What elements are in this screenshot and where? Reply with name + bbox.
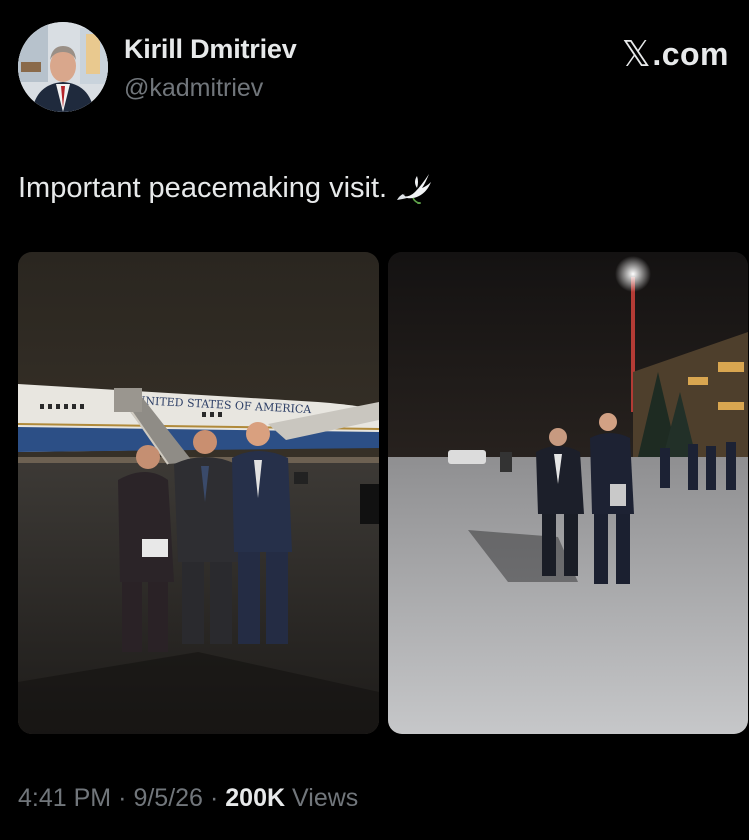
tweet-date[interactable]: 9/5/26 [133, 784, 203, 813]
photo-tarmac-night [388, 252, 748, 734]
tweet-text-row: Important peacemaking visit. [18, 168, 435, 208]
views-count: 200K [225, 784, 286, 812]
tweet-time[interactable]: 4:41 PM [18, 784, 111, 813]
author-handle[interactable]: @kadmitriev [124, 74, 263, 103]
avatar-photo [18, 22, 108, 112]
dove-icon [397, 174, 432, 204]
tweet-meta: 4:41 PM · 9/5/26 · 200K Views [18, 784, 358, 813]
author-avatar[interactable] [18, 22, 108, 112]
meta-separator-2: · [209, 784, 219, 812]
views-label: Views [292, 784, 359, 812]
tweet-text: Important peacemaking visit. [18, 171, 388, 204]
photo-left[interactable]: UNITED STATES OF AMERICA [18, 252, 379, 734]
photo-airplane-group: UNITED STATES OF AMERICA [18, 252, 379, 734]
author-name[interactable]: Kirill Dmitriev [124, 34, 297, 65]
x-logo-icon: 𝕏 [621, 34, 652, 75]
photo-right[interactable] [388, 252, 748, 734]
meta-separator: · [118, 784, 127, 812]
x-com-link[interactable]: 𝕏 .com [622, 34, 729, 75]
brand-label: .com [652, 36, 729, 72]
